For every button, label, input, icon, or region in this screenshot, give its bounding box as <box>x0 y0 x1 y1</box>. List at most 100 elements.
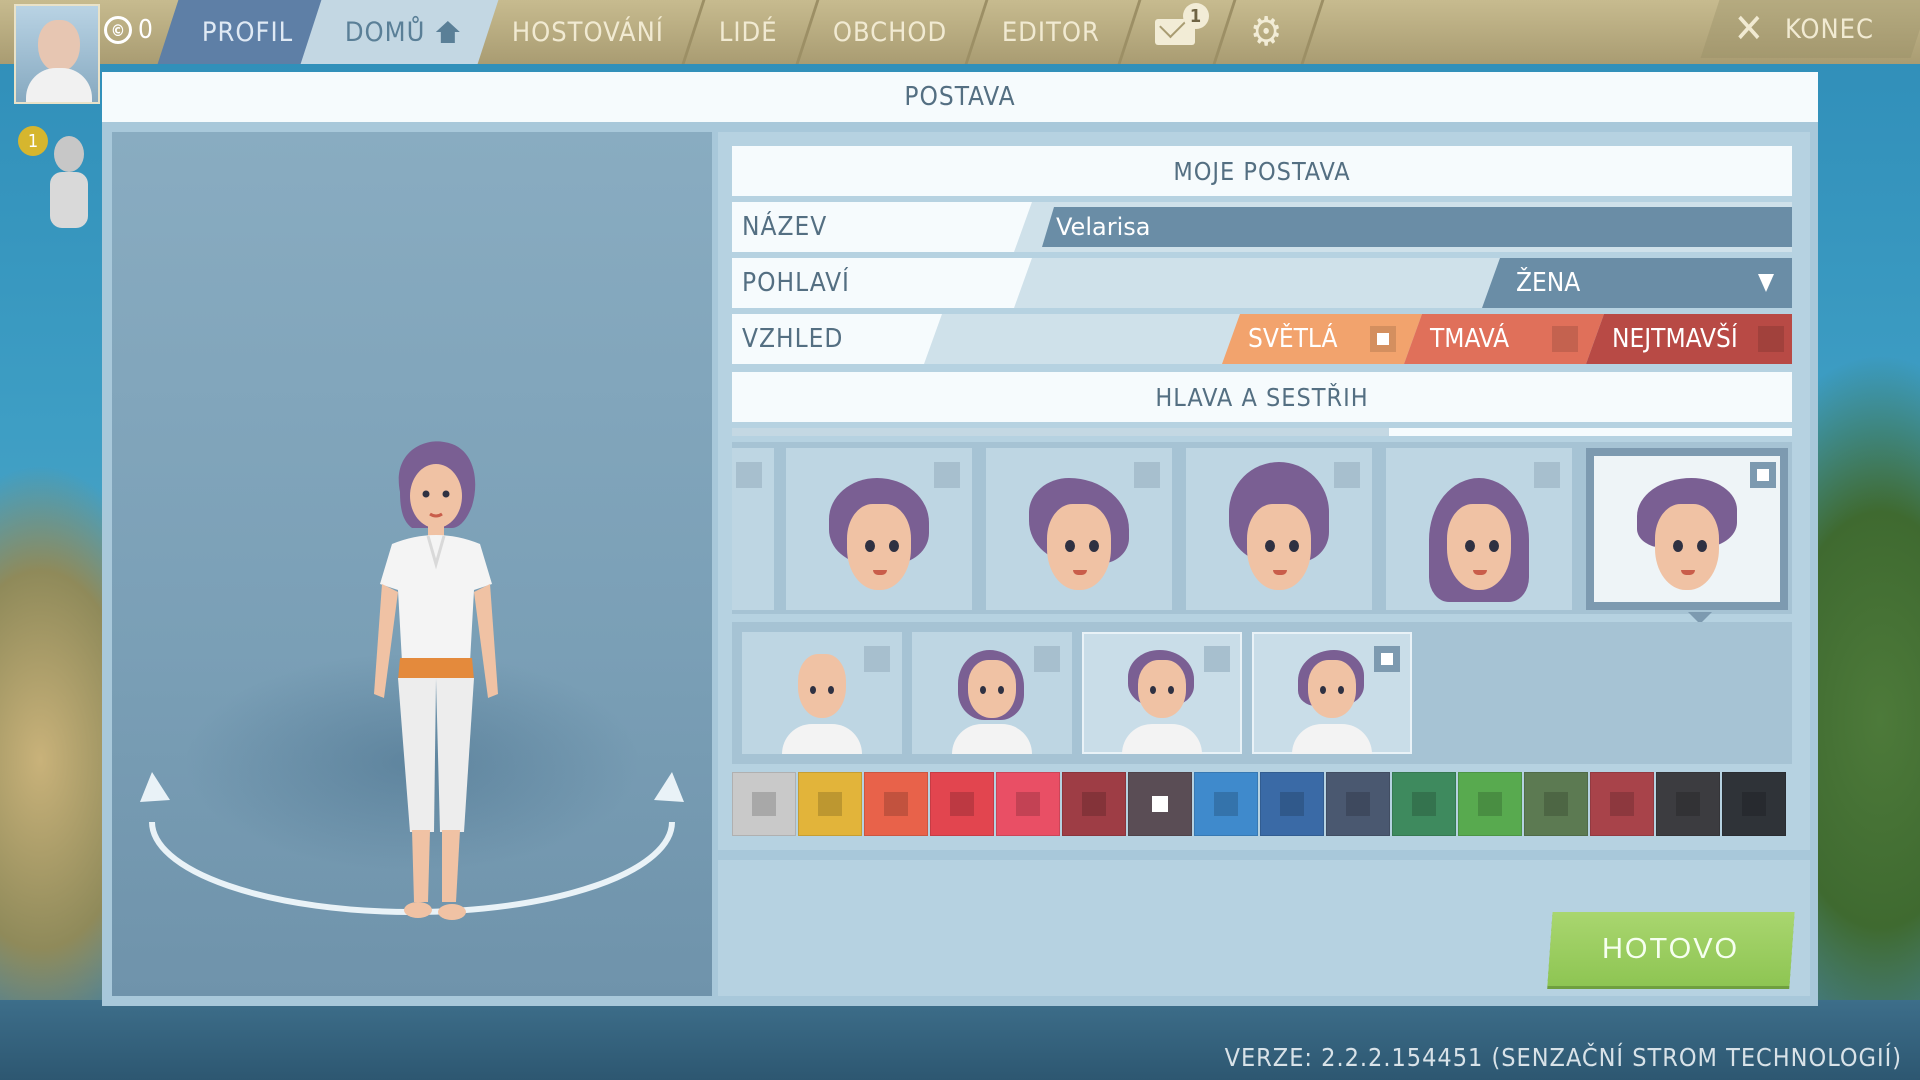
color-swatch[interactable] <box>1722 772 1786 836</box>
version-label: VERZE: 2.2.2.154451 (SENZAČNÍ STROM TECH… <box>1224 1043 1902 1072</box>
character-editor-panel: MOJE POSTAVA NÁZEV POHLAVÍ ŽENA VZHLED S… <box>718 132 1810 996</box>
color-swatch[interactable] <box>864 772 928 836</box>
head-checkbox <box>1334 462 1360 488</box>
skin-light-checkbox <box>1370 326 1396 352</box>
haircut-preview <box>1292 646 1372 754</box>
name-input[interactable] <box>1042 207 1792 247</box>
skin-option-label: NEJTMAVŠÍ <box>1612 324 1738 354</box>
swatch-indicator <box>1346 792 1370 816</box>
color-swatch[interactable] <box>1326 772 1390 836</box>
swatch-indicator <box>884 792 908 816</box>
color-swatch[interactable] <box>732 772 796 836</box>
rotate-left-icon[interactable] <box>140 772 170 802</box>
currency-counter: © 0 <box>104 10 153 50</box>
tab-inner: DOMŮ <box>345 17 460 48</box>
exit-label: KONEC <box>1784 13 1874 45</box>
tab-hostovani[interactable]: HOSTOVÁNÍ <box>467 0 706 64</box>
head-checkbox <box>1534 462 1560 488</box>
tab-label: OBCHOD <box>832 16 948 48</box>
settings-button[interactable]: ⚙ <box>1205 0 1325 64</box>
skin-option-label: TMAVÁ <box>1430 324 1510 354</box>
swatch-indicator <box>1676 792 1700 816</box>
color-swatch[interactable] <box>1194 772 1258 836</box>
color-swatch[interactable] <box>1260 772 1324 836</box>
color-swatch[interactable] <box>1656 772 1720 836</box>
player-avatar[interactable] <box>14 4 100 104</box>
color-swatch[interactable] <box>1392 772 1456 836</box>
color-swatch[interactable] <box>1524 772 1588 836</box>
skin-dark-checkbox <box>1552 326 1578 352</box>
check-mark-icon <box>1152 796 1168 812</box>
tab-label: HOSTOVÁNÍ <box>511 16 664 48</box>
section-head-and-haircut: HLAVA A SESTŘIH <box>732 372 1792 422</box>
mail-count-badge: 1 <box>1183 3 1210 29</box>
tab-label: DOMŮ <box>345 16 426 48</box>
hair-color-palette <box>732 772 1792 838</box>
dialog-title: POSTAVA <box>102 72 1818 122</box>
head-checkbox-checked <box>1750 462 1776 488</box>
side-character-icon[interactable] <box>44 136 94 236</box>
swatch-indicator <box>1742 792 1766 816</box>
gender-value: ŽENA <box>1516 268 1581 298</box>
color-swatch[interactable] <box>1128 772 1192 836</box>
close-icon: ✕ <box>1733 6 1765 52</box>
haircut-option-selected[interactable] <box>1252 632 1412 754</box>
color-swatch[interactable] <box>798 772 862 836</box>
haircut-option[interactable] <box>1082 632 1242 754</box>
tab-label: LIDÉ <box>719 16 778 48</box>
color-swatch[interactable] <box>996 772 1060 836</box>
color-swatch[interactable] <box>1458 772 1522 836</box>
swatch-indicator <box>818 792 842 816</box>
gender-select[interactable]: ŽENA <box>1482 258 1792 308</box>
tab-label: EDITOR <box>1002 16 1101 48</box>
head-scroll-thumb[interactable] <box>1389 428 1792 436</box>
swatch-indicator <box>1082 792 1106 816</box>
head-preview <box>1637 478 1737 602</box>
head-option[interactable] <box>786 448 972 610</box>
character-preview[interactable] <box>112 132 712 996</box>
swatch-indicator <box>1610 792 1634 816</box>
head-option[interactable] <box>986 448 1172 610</box>
check-mark-icon <box>1377 333 1389 345</box>
head-scroll-indicator[interactable] <box>732 428 1792 436</box>
head-checkbox <box>736 462 762 488</box>
head-preview <box>1429 478 1529 602</box>
head-option[interactable] <box>1386 448 1572 610</box>
swatch-indicator <box>1016 792 1040 816</box>
skin-darkest-checkbox <box>1758 326 1784 352</box>
character-dialog: POSTAVA MOJE POSTAVA NÁZEV Velarisa POHL… <box>102 72 1818 1006</box>
done-label: HOTOVO <box>1602 932 1740 965</box>
haircut-preview <box>782 646 862 754</box>
color-swatch[interactable] <box>1062 772 1126 836</box>
tab-obchod[interactable]: OBCHOD <box>788 0 989 64</box>
head-option[interactable] <box>732 448 774 610</box>
side-character-head <box>54 136 84 172</box>
skin-light-option[interactable]: SVĚTLÁ <box>1222 314 1422 364</box>
haircut-option[interactable] <box>912 632 1072 754</box>
swatch-indicator <box>1214 792 1238 816</box>
main-nav: PROFIL DOMŮ HOSTOVÁNÍ LIDÉ OBCHOD EDITOR… <box>157 0 1325 64</box>
haircut-checkbox <box>1204 646 1230 672</box>
coin-icon: © <box>104 16 132 44</box>
swatch-indicator <box>950 792 974 816</box>
swatch-indicator <box>1544 792 1568 816</box>
color-swatch[interactable] <box>1590 772 1654 836</box>
head-preview <box>1229 462 1329 602</box>
swatch-indicator <box>1478 792 1502 816</box>
head-checkbox <box>934 462 960 488</box>
section-my-character: MOJE POSTAVA <box>732 146 1792 196</box>
head-option-selected[interactable] <box>1586 448 1788 610</box>
done-button[interactable]: HOTOVO <box>1547 912 1795 986</box>
exit-button[interactable]: ✕ KONEC <box>1734 0 1874 58</box>
tab-domu[interactable]: DOMŮ <box>300 0 499 64</box>
mail-icon: 1 <box>1155 3 1210 45</box>
head-option[interactable] <box>1186 448 1372 610</box>
color-swatch[interactable] <box>930 772 994 836</box>
rotate-right-icon[interactable] <box>654 772 684 802</box>
haircut-option[interactable] <box>742 632 902 754</box>
tab-label: PROFIL <box>202 16 294 48</box>
top-bar: © 0 PROFIL DOMŮ HOSTOVÁNÍ LIDÉ OBCHOD ED… <box>0 0 1920 104</box>
skin-darkest-option[interactable]: NEJTMAVŠÍ <box>1586 314 1792 364</box>
skin-dark-option[interactable]: TMAVÁ <box>1404 314 1604 364</box>
gender-label: POHLAVÍ <box>732 258 1032 308</box>
